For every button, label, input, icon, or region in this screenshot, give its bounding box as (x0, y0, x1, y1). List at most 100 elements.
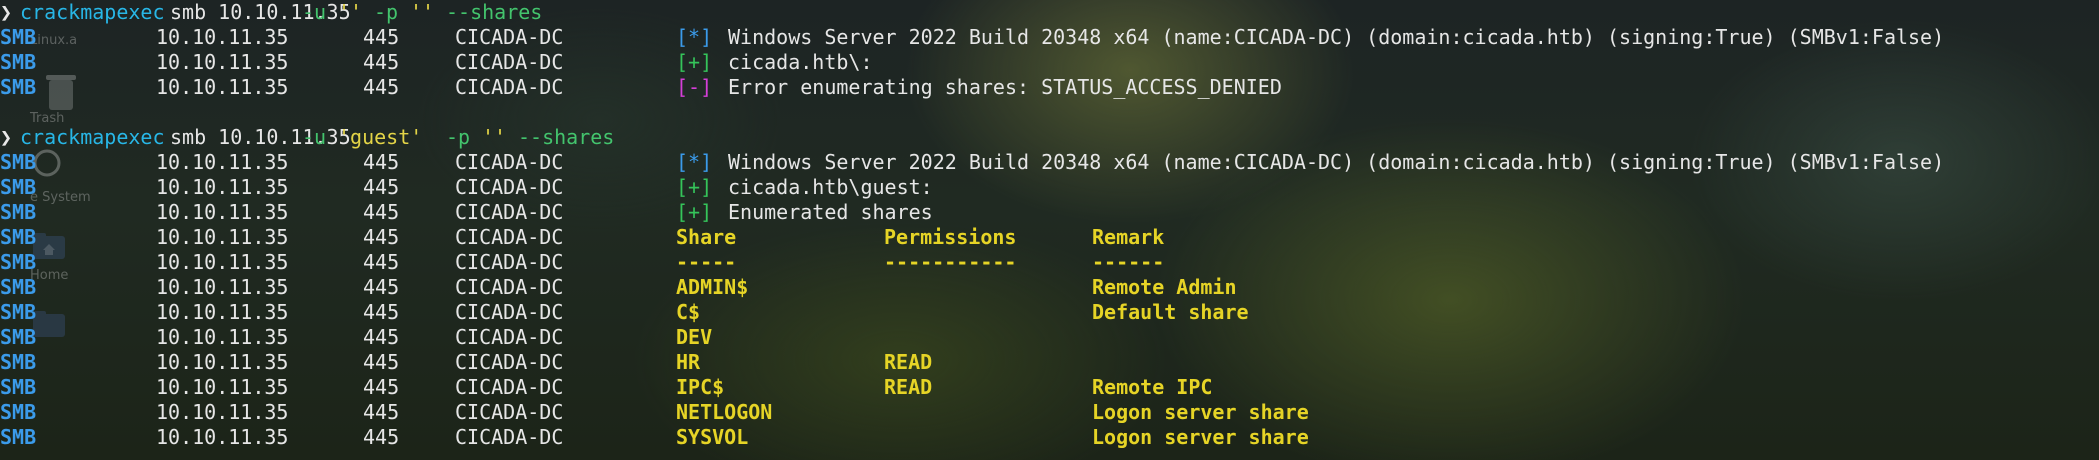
column-header-permissions: Permissions (884, 225, 1017, 249)
column-header-share: Share (676, 225, 737, 249)
protocol-label: SMB (0, 400, 37, 424)
port: 445 (363, 400, 400, 424)
share-row: SMB 10.10.11.35 445 CICADA-DC IPC$ READ … (0, 375, 1212, 400)
share-row: SMB 10.10.11.35 445 CICADA-DC ADMIN$ Rem… (0, 275, 1237, 300)
status-tag: [*] (676, 25, 713, 49)
protocol-label: SMB (0, 25, 37, 49)
command-string: '' (482, 125, 507, 149)
prompt-icon: ❯ (0, 125, 13, 149)
ip-address: 10.10.11.35 (156, 200, 289, 224)
ip-address: 10.10.11.35 (156, 400, 289, 424)
hostname: CICADA-DC (455, 150, 564, 174)
command-program: crackmapexec (20, 0, 165, 24)
share-permissions: READ (884, 350, 933, 374)
port: 445 (363, 425, 400, 449)
hostname: CICADA-DC (455, 225, 564, 249)
output-message: Windows Server 2022 Build 20348 x64 (nam… (728, 150, 1945, 174)
ip-address: 10.10.11.35 (156, 300, 289, 324)
command-flag: -u (302, 125, 327, 149)
protocol-label: SMB (0, 275, 37, 299)
port: 445 (363, 175, 400, 199)
protocol-label: SMB (0, 250, 37, 274)
hostname: CICADA-DC (455, 325, 564, 349)
protocol-label: SMB (0, 50, 37, 74)
share-row: SMB 10.10.11.35 445 CICADA-DC C$ Default… (0, 300, 1249, 325)
prompt-icon: ❯ (0, 0, 13, 24)
protocol-label: SMB (0, 225, 37, 249)
command-flag: --shares (446, 0, 543, 24)
protocol-label: SMB (0, 200, 37, 224)
output-message: Error enumerating shares: STATUS_ACCESS_… (728, 75, 1282, 99)
output-message: Enumerated shares (728, 200, 933, 224)
protocol-label: SMB (0, 425, 37, 449)
hostname: CICADA-DC (455, 275, 564, 299)
terminal-output[interactable]: ❯ crackmapexec smb 10.10.11.35 -u '' -p … (0, 0, 2099, 460)
share-table-header: SMB 10.10.11.35 445 CICADA-DC Share Perm… (0, 225, 1164, 250)
command-line: ❯ crackmapexec smb 10.10.11.35 -u 'guest… (0, 125, 614, 150)
hostname: CICADA-DC (455, 75, 564, 99)
output-row: SMB 10.10.11.35 445 CICADA-DC [+] Enumer… (0, 200, 933, 225)
protocol-label: SMB (0, 150, 37, 174)
output-row: SMB 10.10.11.35 445 CICADA-DC [-] Error … (0, 75, 1282, 100)
share-remark: Logon server share (1092, 425, 1309, 449)
protocol-label: SMB (0, 175, 37, 199)
command-string: '' (410, 0, 435, 24)
output-row: SMB 10.10.11.35 445 CICADA-DC [*] Window… (0, 25, 1944, 50)
port: 445 (363, 275, 400, 299)
ip-address: 10.10.11.35 (156, 75, 289, 99)
share-row: SMB 10.10.11.35 445 CICADA-DC SYSVOL Log… (0, 425, 1309, 450)
share-remark: Remote Admin (1092, 275, 1237, 299)
hostname: CICADA-DC (455, 300, 564, 324)
command-flag: -u (302, 0, 327, 24)
port: 445 (363, 225, 400, 249)
share-row: SMB 10.10.11.35 445 CICADA-DC HR READ (0, 350, 932, 375)
port: 445 (363, 325, 400, 349)
share-name: NETLOGON (676, 400, 773, 424)
status-tag: [+] (676, 175, 713, 199)
hostname: CICADA-DC (455, 50, 564, 74)
hostname: CICADA-DC (455, 350, 564, 374)
output-row: SMB 10.10.11.35 445 CICADA-DC [+] cicada… (0, 50, 873, 75)
status-tag: [+] (676, 50, 713, 74)
ip-address: 10.10.11.35 (156, 150, 289, 174)
port: 445 (363, 350, 400, 374)
command-line: ❯ crackmapexec smb 10.10.11.35 -u '' -p … (0, 0, 542, 25)
command-string: '' (338, 0, 363, 24)
status-tag: [+] (676, 200, 713, 224)
port: 445 (363, 25, 400, 49)
column-divider: ----------- (884, 250, 1017, 274)
port: 445 (363, 150, 400, 174)
column-divider: ------ (1092, 250, 1165, 274)
protocol-label: SMB (0, 375, 37, 399)
share-name: IPC$ (676, 375, 725, 399)
ip-address: 10.10.11.35 (156, 50, 289, 74)
output-row: SMB 10.10.11.35 445 CICADA-DC [+] cicada… (0, 175, 933, 200)
hostname: CICADA-DC (455, 200, 564, 224)
protocol-label: SMB (0, 350, 37, 374)
hostname: CICADA-DC (455, 175, 564, 199)
output-message: cicada.htb\guest: (728, 175, 933, 199)
ip-address: 10.10.11.35 (156, 375, 289, 399)
hostname: CICADA-DC (455, 425, 564, 449)
share-table-divider: SMB 10.10.11.35 445 CICADA-DC ----- ----… (0, 250, 1164, 275)
ip-address: 10.10.11.35 (156, 175, 289, 199)
hostname: CICADA-DC (455, 375, 564, 399)
share-remark: Logon server share (1092, 400, 1309, 424)
share-name: HR (676, 350, 701, 374)
column-header-remark: Remark (1092, 225, 1165, 249)
ip-address: 10.10.11.35 (156, 350, 289, 374)
share-row: SMB 10.10.11.35 445 CICADA-DC DEV (0, 325, 712, 350)
protocol-label: SMB (0, 325, 37, 349)
share-name: DEV (676, 325, 713, 349)
ip-address: 10.10.11.35 (156, 250, 289, 274)
share-row: SMB 10.10.11.35 445 CICADA-DC NETLOGON L… (0, 400, 1309, 425)
port: 445 (363, 250, 400, 274)
protocol-label: SMB (0, 75, 37, 99)
command-program: crackmapexec (20, 125, 165, 149)
command-flag: -p (446, 125, 471, 149)
share-name: C$ (676, 300, 701, 324)
share-name: ADMIN$ (676, 275, 749, 299)
hostname: CICADA-DC (455, 250, 564, 274)
command-string: 'guest' (338, 125, 423, 149)
share-name: SYSVOL (676, 425, 749, 449)
